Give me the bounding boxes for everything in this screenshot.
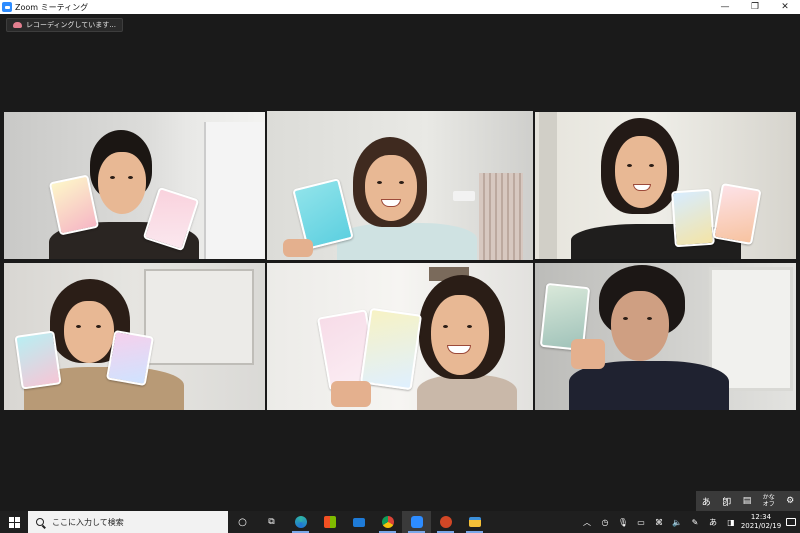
hand: [571, 339, 605, 369]
mail-icon: [352, 517, 365, 527]
ime-hiragana-button[interactable]: あ: [702, 495, 711, 508]
ime-kanji-button[interactable]: 卽: [722, 495, 731, 508]
ime-kana-off-button[interactable]: かな オフ: [763, 494, 775, 508]
participant-face: [365, 155, 417, 221]
start-button[interactable]: [0, 511, 28, 533]
tray-app-icon[interactable]: ◷: [596, 518, 614, 527]
zoom-app-button[interactable]: [402, 511, 431, 533]
ime-settings-icon[interactable]: ⚙: [786, 496, 794, 506]
participant-face: [615, 136, 667, 208]
powerpoint-icon: [439, 516, 452, 528]
participant-body: [417, 375, 517, 410]
eye: [647, 317, 652, 320]
hand: [283, 239, 313, 257]
rabbit-card: [105, 329, 155, 387]
air-conditioner: [453, 191, 475, 201]
video-tile-4[interactable]: [4, 263, 265, 410]
edge-icon: [294, 516, 307, 528]
zoom-meeting-window: Zoom ミーティング — ❐ ✕ レコーディングしています... あ 卽 ▤ …: [0, 0, 800, 533]
eye: [649, 164, 654, 167]
eye: [76, 325, 81, 328]
tray-chevron-icon[interactable]: ︿: [578, 517, 596, 528]
eye: [96, 325, 101, 328]
rabbit-card: [14, 330, 62, 390]
participant-face: [98, 152, 146, 214]
powerpoint-app-button[interactable]: [431, 511, 460, 533]
store-app-button[interactable]: [315, 511, 344, 533]
chrome-app-button[interactable]: [373, 511, 402, 533]
window-blinds: [479, 173, 523, 260]
video-tile-5[interactable]: [267, 263, 533, 410]
eye: [467, 325, 472, 328]
clock-date: 2021/02/19: [740, 522, 782, 530]
recording-label: レコーディングしています...: [26, 21, 116, 29]
participant-body: [337, 223, 477, 260]
title-bar: Zoom ミーティング — ❐ ✕: [0, 0, 800, 14]
participant-face: [64, 301, 114, 363]
video-tile-6[interactable]: [535, 263, 796, 410]
zoom-logo-icon: [2, 2, 12, 12]
battery-icon[interactable]: ▭: [632, 518, 650, 527]
clock-time: 12:34: [750, 513, 772, 521]
chrome-icon: [381, 516, 394, 528]
eye: [128, 176, 133, 179]
recording-indicator[interactable]: レコーディングしています...: [6, 18, 123, 32]
participant-face: [431, 295, 489, 375]
pen-icon[interactable]: ✎: [686, 518, 704, 527]
ime-kana-label: かな: [762, 494, 775, 501]
eye: [110, 176, 115, 179]
participant-face: [611, 291, 669, 361]
eye: [627, 164, 632, 167]
system-tray: ︿ ◷ 🎙 ▭ ⌘ 🔈 ✎ あ ◨ 12:34 2021/02/19: [578, 511, 800, 533]
rabbit-card: [359, 307, 423, 391]
mail-app-button[interactable]: [344, 511, 373, 533]
eye: [399, 181, 404, 184]
zoom-icon: [410, 516, 423, 528]
ime-pad-icon[interactable]: ▤: [743, 496, 752, 506]
eye: [377, 181, 382, 184]
window-title: Zoom ミーティング: [15, 2, 89, 12]
ime-mode-icon[interactable]: ◨: [722, 518, 740, 527]
volume-icon[interactable]: 🔈: [668, 518, 686, 527]
cortana-button[interactable]: ○: [228, 511, 257, 533]
eye: [443, 325, 448, 328]
wall-window: [144, 269, 254, 365]
hand: [331, 381, 371, 407]
edge-app-button[interactable]: [286, 511, 315, 533]
close-button[interactable]: ✕: [770, 0, 800, 14]
notification-center-button[interactable]: [782, 518, 800, 526]
ime-toolbar: あ 卽 ▤ かな オフ ⚙: [696, 491, 800, 511]
windows-logo-icon: [8, 516, 20, 528]
taskbar-search-box[interactable]: ここに入力して検索: [28, 511, 228, 533]
task-view-button[interactable]: ⧉: [257, 511, 286, 533]
video-tile-2-active-speaker[interactable]: [267, 111, 533, 260]
microphone-icon[interactable]: 🎙: [614, 518, 632, 527]
cloud-recording-icon: [13, 22, 22, 28]
maximize-button[interactable]: ❐: [740, 0, 770, 14]
windows-taskbar: ここに入力して検索 ○ ⧉ ︿ ◷ 🎙 ▭ ⌘ 🔈 ✎ あ ◨ 12:34 20…: [0, 511, 800, 533]
search-placeholder: ここに入力して検索: [52, 517, 124, 527]
network-icon[interactable]: ⌘: [650, 518, 668, 527]
ime-off-label: オフ: [762, 501, 775, 508]
minimize-button[interactable]: —: [710, 0, 740, 14]
taskbar-clock[interactable]: 12:34 2021/02/19: [740, 513, 782, 531]
notification-icon: [786, 518, 796, 526]
window-controls: — ❐ ✕: [710, 0, 800, 14]
video-tile-1[interactable]: [4, 112, 265, 259]
video-tile-3[interactable]: [535, 112, 796, 259]
search-icon: [36, 518, 44, 526]
eye: [623, 317, 628, 320]
folder-icon: [468, 517, 481, 527]
store-icon: [323, 516, 336, 528]
tray-ime-hiragana[interactable]: あ: [704, 517, 722, 528]
rabbit-card: [671, 188, 715, 248]
shelf: [204, 122, 264, 259]
door-frame: [539, 112, 557, 259]
explorer-app-button[interactable]: [460, 511, 489, 533]
